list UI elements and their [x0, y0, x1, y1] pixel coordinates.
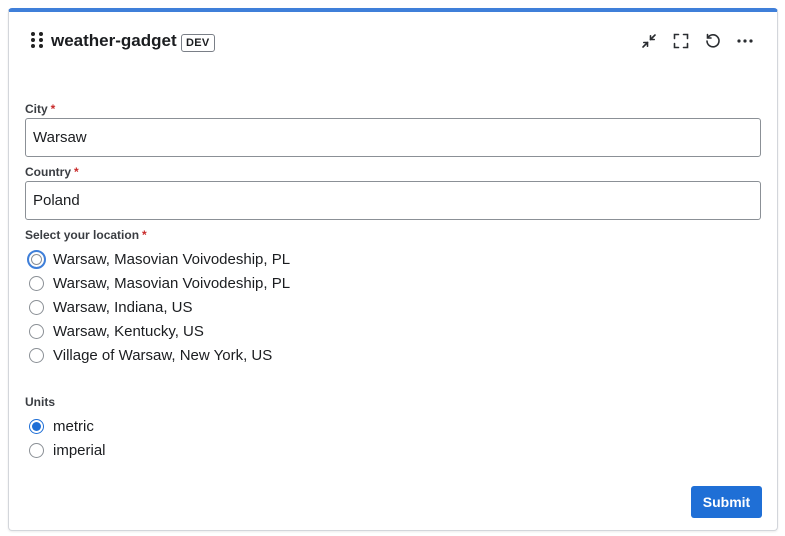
gadget-header: weather-gadget DEV [9, 12, 777, 72]
units-option-label: metric [53, 417, 94, 435]
units-label: Units [25, 395, 55, 409]
location-option-label: Warsaw, Masovian Voivodeship, PL [53, 274, 291, 292]
location-option-label: Warsaw, Kentucky, US [53, 322, 204, 340]
units-radio-imperial[interactable] [29, 442, 44, 458]
dev-badge: DEV [181, 34, 215, 52]
location-radio[interactable] [27, 249, 46, 269]
location-radio[interactable] [29, 275, 44, 291]
city-label-text: City [25, 102, 48, 116]
fullscreen-icon[interactable] [671, 31, 691, 51]
location-option[interactable]: Warsaw, Kentucky, US [29, 321, 204, 341]
required-mark: * [50, 102, 56, 116]
drag-handle-icon[interactable] [31, 32, 43, 48]
location-option[interactable]: Warsaw, Masovian Voivodeship, PL [29, 273, 290, 293]
units-option-label: imperial [53, 441, 106, 459]
refresh-icon[interactable] [703, 31, 723, 51]
country-label: Country * [25, 165, 79, 179]
location-option-label: Village of Warsaw, New York, US [53, 346, 273, 364]
location-option[interactable]: Warsaw, Indiana, US [29, 297, 193, 317]
city-label: City * [25, 102, 55, 116]
units-radio-metric[interactable] [29, 418, 44, 434]
location-radio[interactable] [29, 323, 44, 339]
gadget-title: weather-gadget [51, 31, 177, 50]
gadget-card: weather-gadget DEV City * Warsaw Country… [8, 8, 778, 531]
submit-button[interactable]: Submit [691, 486, 762, 518]
location-label: Select your location * [25, 228, 147, 242]
required-mark: * [74, 165, 79, 179]
location-option[interactable]: Warsaw, Masovian Voivodeship, PL [27, 249, 291, 269]
location-radio[interactable] [29, 347, 44, 363]
units-option-imperial[interactable]: imperial [29, 440, 106, 460]
location-option-label: Warsaw, Masovian Voivodeship, PL [53, 250, 291, 268]
required-mark: * [142, 228, 147, 242]
location-option-label: Warsaw, Indiana, US [53, 298, 193, 316]
location-radio[interactable] [29, 299, 44, 315]
city-input[interactable] [25, 118, 761, 157]
location-label-text: Select your location [25, 228, 140, 242]
country-label-text: Country [25, 165, 71, 179]
minimize-icon[interactable] [639, 31, 659, 51]
location-option[interactable]: Village of Warsaw, New York, US [29, 345, 272, 365]
units-option-metric[interactable]: metric [29, 416, 94, 436]
more-icon[interactable] [735, 31, 755, 51]
country-input[interactable] [25, 181, 761, 220]
